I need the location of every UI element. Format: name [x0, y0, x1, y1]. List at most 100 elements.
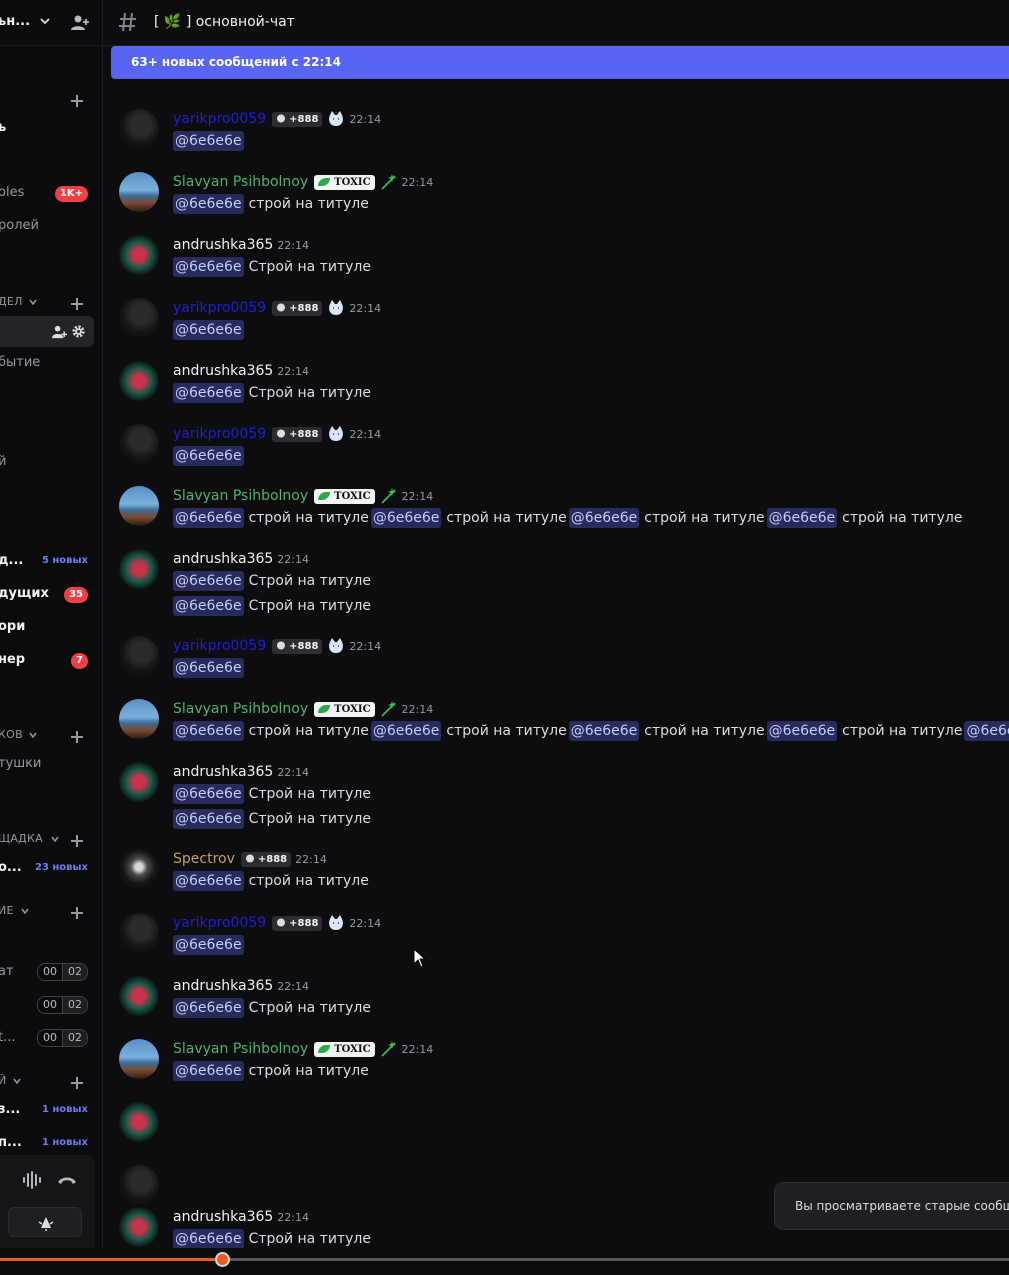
add-channel-icon[interactable]	[70, 297, 84, 311]
message[interactable]: Slavyan Psihbolnoy TOXIC 22:14 @6e6e6e строй…	[104, 485, 1009, 545]
user-mention[interactable]: @6e6e6e	[173, 721, 244, 741]
message-list[interactable]: yarikpro0059 +888 22:14 @6e6e6e Slavyan Psih…	[104, 80, 1009, 1248]
channel-item[interactable]: ролей	[0, 214, 96, 238]
channel-item[interactable]: з... 1 новых	[0, 1098, 96, 1122]
message[interactable]: Slavyan Psihbolnoy TOXIC 22:14 @6e6e6e строй…	[104, 698, 1009, 758]
user-mention[interactable]: @6e6e6e	[173, 935, 244, 955]
user-mention[interactable]: @6e6e6e	[568, 508, 640, 528]
user-mention[interactable]: @6e6e6e	[173, 320, 244, 340]
user-mention[interactable]: @6e6e6e	[173, 508, 244, 528]
avatar[interactable]	[119, 699, 159, 739]
channel-item[interactable]: нер 7	[0, 648, 96, 672]
voice-channel[interactable]: ат 00 02	[0, 960, 96, 984]
chevron-down-icon[interactable]	[38, 14, 52, 28]
channel-item[interactable]: й	[0, 450, 96, 474]
username[interactable]: Slavyan Psihbolnoy	[173, 1041, 308, 1057]
message[interactable]: yarikpro0059 +888 22:14 @6e6e6e	[104, 635, 1009, 695]
message[interactable]	[104, 1101, 1009, 1161]
user-mention[interactable]: @6e6e6e	[568, 721, 640, 741]
username[interactable]: Slavyan Psihbolnoy	[173, 701, 308, 717]
user-mention[interactable]: @6e6e6e	[370, 721, 442, 741]
user-mention[interactable]: @6e6e6e	[173, 194, 244, 214]
avatar[interactable]	[119, 1165, 159, 1205]
add-channel-icon[interactable]	[70, 730, 84, 744]
add-channel-icon[interactable]	[70, 94, 84, 108]
user-mention[interactable]: @6e6e6e	[173, 257, 244, 277]
jump-to-present-toast[interactable]: Вы просматриваете старые сообще	[774, 1182, 1009, 1230]
user-mention[interactable]: @6e6e6e	[173, 658, 244, 678]
soundwave-icon[interactable]	[22, 1171, 42, 1189]
channel-item[interactable]: о... 23 новых	[0, 856, 96, 880]
username[interactable]: yarikpro0059	[173, 638, 266, 654]
user-mention[interactable]: @6e6e6e	[173, 1061, 244, 1081]
add-channel-icon[interactable]	[70, 834, 84, 848]
user-mention[interactable]: @6e6e6e	[173, 871, 244, 891]
username[interactable]: yarikpro0059	[173, 426, 266, 442]
new-messages-bar[interactable]: 63+ новых сообщений с 22:14	[111, 46, 1009, 79]
invite-people-icon[interactable]	[70, 13, 90, 33]
message[interactable]: andrushka365 22:14 @6e6e6e Строй на титуле @…	[104, 761, 1009, 829]
username[interactable]: yarikpro0059	[173, 915, 266, 931]
disconnect-call-icon[interactable]	[56, 1171, 78, 1189]
user-mention[interactable]: @6e6e6e	[173, 809, 244, 829]
username[interactable]: andrushka365	[173, 551, 273, 567]
avatar[interactable]	[119, 1207, 159, 1247]
voice-channel[interactable]: 00 02	[0, 993, 96, 1017]
user-mention[interactable]: @6e6e6e	[173, 571, 244, 591]
message[interactable]: yarikpro0059 +888 22:14 @6e6e6e	[104, 423, 1009, 483]
channel-item[interactable]: ори	[0, 615, 96, 639]
message[interactable]: yarikpro0059 +888 22:14 @6e6e6e	[104, 297, 1009, 357]
avatar[interactable]	[119, 235, 159, 275]
message[interactable]: Slavyan Psihbolnoy TOXIC 22:14 @6e6e6e строй…	[104, 171, 1009, 231]
username[interactable]: andrushka365	[173, 1209, 273, 1225]
selected-channel[interactable]	[0, 316, 94, 347]
message[interactable]: andrushka365 22:14 @6e6e6e Строй на титуле @…	[104, 548, 1009, 616]
avatar[interactable]	[119, 636, 159, 676]
username[interactable]: yarikpro0059	[173, 111, 266, 127]
message[interactable]: andrushka365 22:14 @6e6e6e Строй на титуле	[104, 234, 1009, 294]
channel-item[interactable]: дущих 35	[0, 582, 96, 606]
avatar[interactable]	[119, 849, 159, 889]
user-mention[interactable]: @6e6e6e	[173, 131, 244, 151]
message[interactable]: yarikpro0059 +888 22:14 @6e6e6e	[104, 912, 1009, 972]
avatar[interactable]	[119, 172, 159, 212]
add-channel-icon[interactable]	[70, 906, 84, 920]
avatar[interactable]	[119, 762, 159, 802]
voice-channel[interactable]: t... 00 02	[0, 1026, 96, 1050]
username[interactable]: andrushka365	[173, 978, 273, 994]
username[interactable]: Spectrov	[173, 851, 235, 867]
user-mention[interactable]: @6e6e6e	[173, 383, 244, 403]
avatar[interactable]	[119, 486, 159, 526]
server-header[interactable]: ьн...	[0, 0, 102, 46]
username[interactable]: andrushka365	[173, 363, 273, 379]
username[interactable]: yarikpro0059	[173, 300, 266, 316]
user-mention[interactable]: @6e6e6e	[370, 508, 442, 528]
channel-item[interactable]: д... 5 новых	[0, 549, 96, 573]
user-mention[interactable]: @6e6e6e	[173, 596, 244, 616]
avatar[interactable]	[119, 109, 159, 149]
video-progress-bar[interactable]	[0, 1248, 1009, 1275]
avatar[interactable]	[119, 298, 159, 338]
avatar[interactable]	[119, 549, 159, 589]
channel-item[interactable]: бытие	[0, 351, 96, 375]
username[interactable]: Slavyan Psihbolnoy	[173, 174, 308, 190]
channel-item[interactable]: oles 1K+	[0, 181, 96, 205]
avatar[interactable]	[119, 361, 159, 401]
user-mention[interactable]: @6e6e6e	[173, 1229, 244, 1248]
gear-icon[interactable]	[71, 324, 86, 339]
avatar[interactable]	[119, 1039, 159, 1079]
channel-item[interactable]: ь	[0, 116, 96, 140]
channel-item[interactable]: п... 1 новых	[0, 1131, 96, 1155]
avatar[interactable]	[119, 1102, 159, 1142]
user-mention[interactable]: @6e6e6e	[964, 721, 1009, 741]
user-mention[interactable]: @6e6e6e	[766, 721, 838, 741]
user-mention[interactable]: @6e6e6e	[173, 998, 244, 1018]
user-mention[interactable]: @6e6e6e	[173, 446, 244, 466]
add-member-icon[interactable]	[52, 324, 67, 339]
avatar[interactable]	[119, 976, 159, 1016]
channel-item[interactable]: тушки	[0, 752, 96, 776]
username[interactable]: andrushka365	[173, 764, 273, 780]
message[interactable]: yarikpro0059 +888 22:14 @6e6e6e	[104, 108, 1009, 168]
avatar[interactable]	[119, 424, 159, 464]
add-channel-icon[interactable]	[70, 1076, 84, 1090]
